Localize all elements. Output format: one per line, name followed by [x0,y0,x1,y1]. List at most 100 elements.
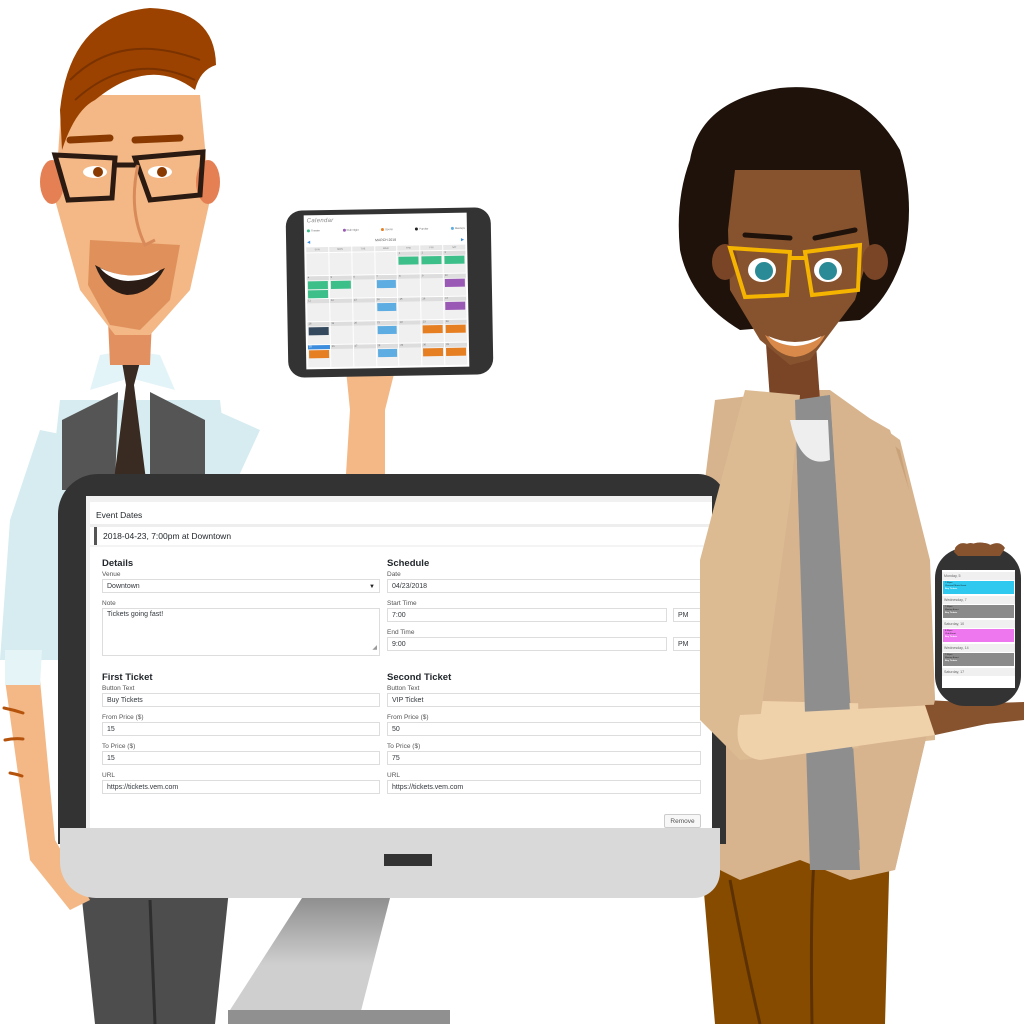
calendar-next-month-icon[interactable]: ▶ [461,237,464,242]
calendar-day-cell[interactable] [329,252,352,275]
agenda-event[interactable]: 7:30pm Meetup Event Buy Tickets [943,605,1014,618]
calendar-day-cell[interactable]: 23 [421,320,445,343]
day-number: 17 [444,296,467,301]
from-price-label: From Price ($) [387,714,429,721]
second-ticket-to-price-input[interactable]: 75 [387,751,701,765]
calendar-day-cell[interactable] [374,251,398,275]
calendar-day-cell[interactable]: 3 [443,250,466,273]
calendar-event[interactable] [376,279,397,289]
calendar-day-cell[interactable]: 21 [376,320,399,344]
calendar-day-cell[interactable]: 12 [329,298,353,321]
legend-label: Meetups [454,226,465,230]
calendar-day-cell[interactable] [306,253,329,276]
calendar-event[interactable] [444,255,465,264]
event-date-header[interactable]: 2018-04-23, 7:00pm at Downtown [94,527,712,545]
phone-agenda-screen: Monday, 5 7:30pm Classical Music Event Buy … [942,570,1015,688]
calendar-event[interactable] [444,278,465,287]
calendar-day-cell[interactable]: 29 [399,343,422,366]
legend-item[interactable]: Theater [306,229,320,232]
date-input[interactable]: 04/23/2018 [387,579,707,593]
day-number: 14 [375,297,398,303]
calendar-event[interactable] [445,324,466,333]
calendar-event[interactable] [421,256,442,265]
calendar-event[interactable] [307,290,328,299]
day-number: 7 [375,274,398,280]
calendar-day-cell[interactable]: 31 [445,342,468,365]
agenda-event-cta[interactable]: Buy Tickets [945,660,1012,663]
agenda-event[interactable]: 8:30pm Club Event Buy Tickets [943,629,1014,642]
weekday-label: SUN [306,247,329,253]
calendar-day-cell[interactable]: 4 [306,276,329,299]
second-ticket-button-text-input[interactable]: VIP Ticket [387,693,701,707]
start-time-input[interactable]: 7:00 [387,608,667,622]
second-ticket-from-price-input[interactable]: 50 [387,722,701,736]
legend-item[interactable]: Sports [381,228,393,231]
calendar-day-cell[interactable]: 9 [420,274,444,297]
calendar-day-cell[interactable]: 27 [353,344,376,367]
button-text-label: Button Text [387,685,420,692]
agenda-event[interactable]: 7:30pm Meetup Event Buy Tickets [943,653,1014,666]
details-section: Details Venue Downtown ▼ Note Tickets go… [102,558,380,662]
calendar-event[interactable] [398,256,419,265]
day-number: 21 [376,320,399,326]
calendar-day-cell[interactable]: 14 [375,297,398,321]
calendar-event[interactable] [308,327,329,336]
agenda-event[interactable]: 7:30pm Classical Music Event Buy Tickets [943,581,1014,594]
calendar-event[interactable] [377,348,398,358]
calendar-day-cell[interactable]: 8 [398,274,421,297]
day-number: 18 [307,322,330,327]
second-ticket-url-input[interactable]: https://tickets.vem.com [387,780,701,794]
calendar-day-cell[interactable]: 13 [352,298,376,321]
calendar-day-cell[interactable]: 2 [420,251,443,274]
calendar-day-cell[interactable]: 7 [375,274,398,298]
calendar-day-cell[interactable]: 20 [353,321,376,344]
end-time-input[interactable]: 9:00 [387,637,667,651]
resize-grip-icon[interactable]: ◢ [372,642,377,654]
calendar-day-cell[interactable]: 5 [329,275,352,298]
calendar-day-cell[interactable]: 28 [376,343,399,367]
calendar-day-cell[interactable]: 24 [444,319,467,342]
calendar-day-cell[interactable]: 6 [352,275,375,298]
calendar-event[interactable] [377,325,398,335]
calendar-event[interactable] [330,280,351,289]
calendar-day-cell[interactable]: 30 [422,343,445,366]
calendar-day-cell[interactable]: 26 [330,344,354,367]
first-ticket-to-price-input[interactable]: 15 [102,751,380,765]
calendar-day-cell[interactable] [352,252,375,275]
calendar-event[interactable] [422,325,443,334]
to-price-label: To Price ($) [102,743,136,750]
first-ticket-url-input[interactable]: https://tickets.vem.com [102,780,380,794]
note-textarea[interactable]: Tickets going fast! ◢ [102,608,380,656]
calendar-day-cell[interactable]: 16 [421,297,444,320]
schedule-section: Schedule Date 04/23/2018 Start Time 7:00… [387,558,707,657]
calendar-day-cell[interactable]: 11 [307,299,330,322]
calendar-day-cell[interactable]: 25 [307,344,331,368]
calendar-day-cell[interactable]: 10 [443,273,467,296]
agenda-event-cta[interactable]: Buy Tickets [945,636,1012,639]
venue-select[interactable]: Downtown ▼ [102,579,380,593]
first-ticket-title: First Ticket [102,672,153,683]
calendar-day-cell[interactable]: 22 [398,320,422,343]
legend-item[interactable]: Club Night [342,228,359,232]
calendar-event[interactable] [423,348,444,357]
agenda-event-cta[interactable]: Buy Tickets [945,588,1012,591]
first-ticket-from-price-input[interactable]: 15 [102,722,380,736]
calendar-day-cell[interactable]: 15 [398,297,421,320]
calendar-day-cell[interactable]: 1 [397,251,420,274]
legend-item[interactable]: Popular [415,227,428,231]
agenda-event-cta[interactable]: Buy Tickets [945,612,1012,615]
calendar-day-cell[interactable]: 18 [307,322,330,345]
calendar-event[interactable] [309,350,330,359]
day-number: 15 [398,297,421,302]
calendar-event[interactable] [307,281,328,290]
calendar-event[interactable] [446,347,467,356]
calendar-event[interactable] [445,301,466,310]
day-number: 19 [330,321,353,326]
monitor-screen: Event Dates 2018-04-23, 7:00pm at Downto… [86,496,712,828]
first-ticket-button-text-input[interactable]: Buy Tickets [102,693,380,707]
calendar-day-cell[interactable]: 19 [330,321,353,344]
calendar-day-cell[interactable]: 17 [444,296,467,319]
legend-label: Sports [385,228,393,232]
calendar-event[interactable] [376,302,397,312]
legend-item[interactable]: Meetups [450,226,465,230]
